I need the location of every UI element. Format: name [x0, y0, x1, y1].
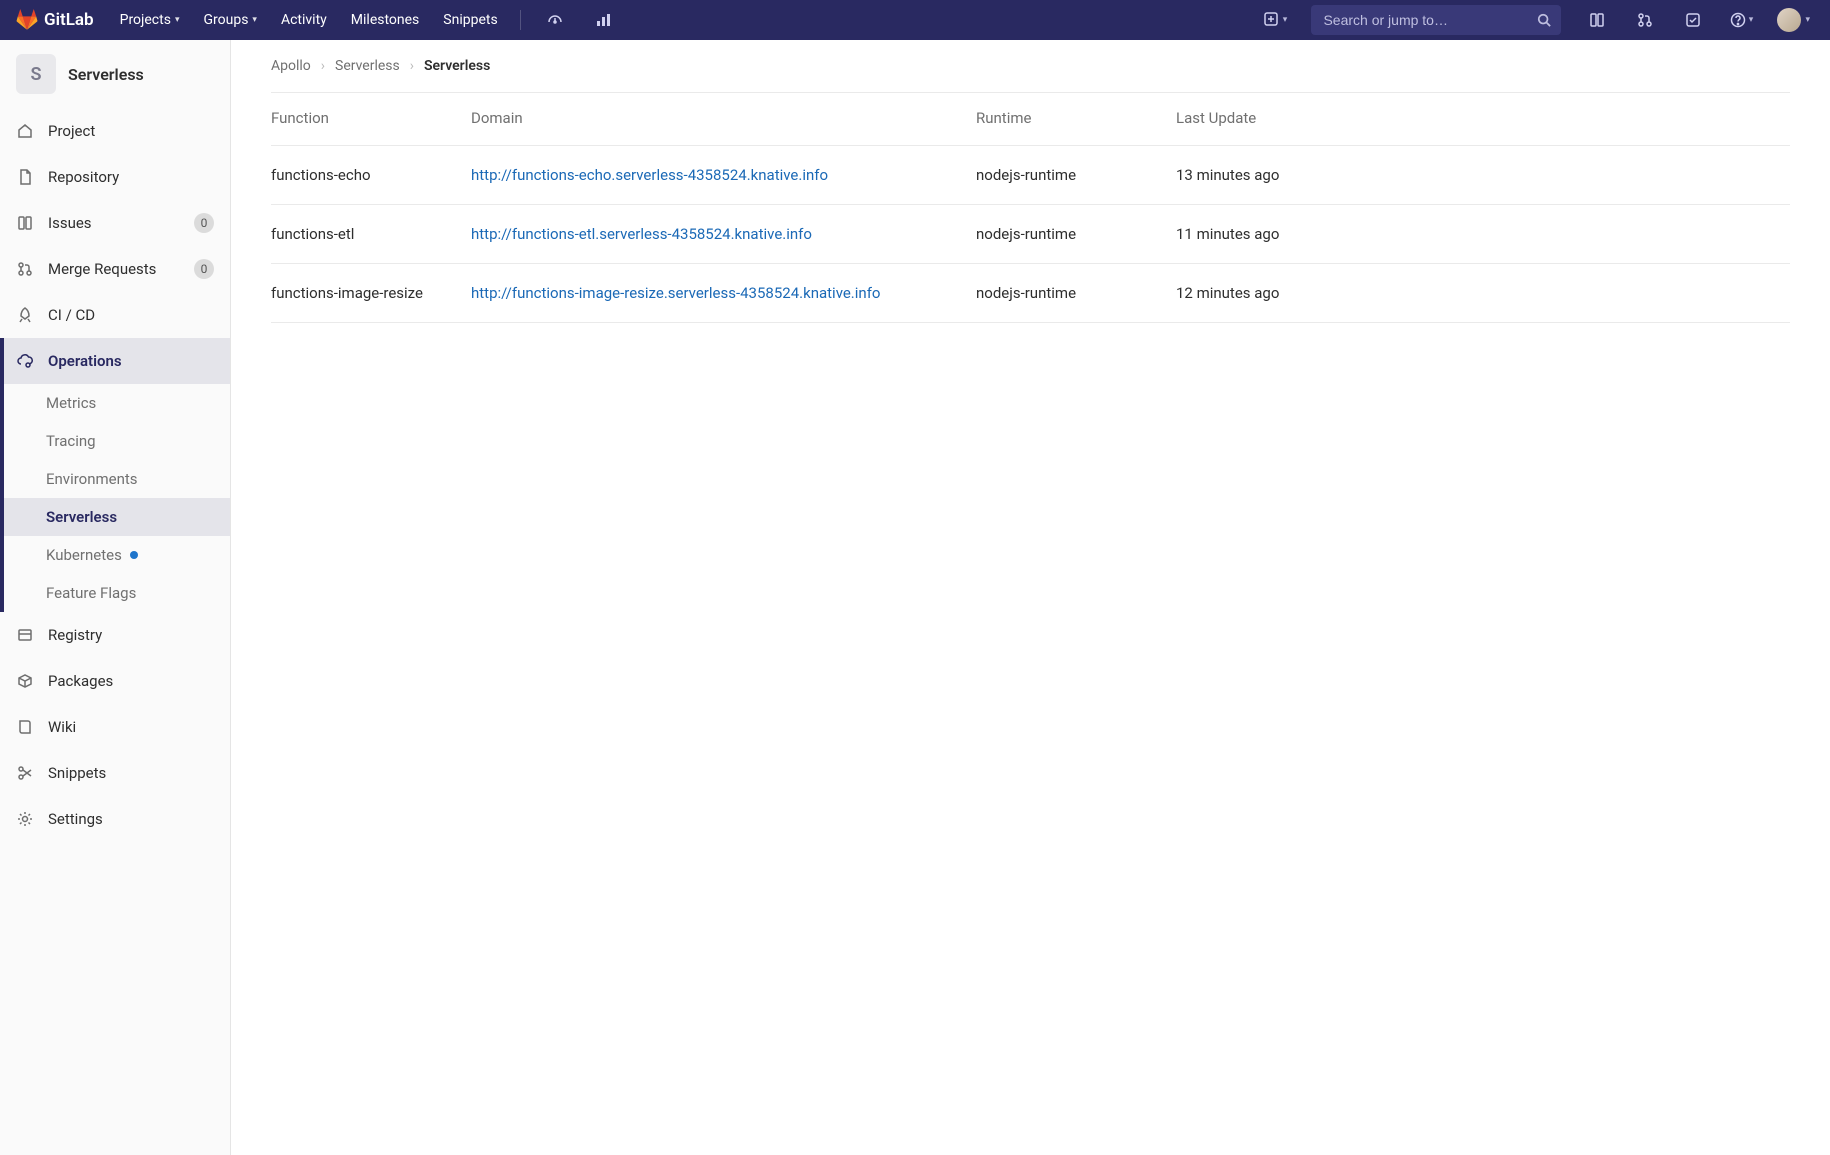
nav-divider	[520, 10, 521, 30]
nav-projects[interactable]: Projects▾	[112, 0, 188, 40]
search-icon	[1537, 13, 1551, 27]
th-runtime: Runtime	[976, 93, 1176, 146]
nav-snippets[interactable]: Snippets	[435, 0, 505, 40]
th-function: Function	[271, 93, 471, 146]
th-domain: Domain	[471, 93, 976, 146]
sidebar-item-packages[interactable]: Packages	[0, 658, 230, 704]
subnav-feature-flags[interactable]: Feature Flags	[4, 574, 230, 612]
file-icon	[16, 168, 34, 186]
issues-icon	[16, 214, 34, 232]
breadcrumb-sep	[410, 58, 414, 74]
book-icon	[16, 718, 34, 736]
cell-function: functions-etl	[271, 205, 471, 264]
merge-requests-icon[interactable]	[1625, 0, 1665, 40]
gauge-icon[interactable]	[535, 0, 575, 40]
subnav-tracing[interactable]: Tracing	[4, 422, 230, 460]
cell-domain: http://functions-echo.serverless-4358524…	[471, 146, 976, 205]
th-last-update: Last Update	[1176, 93, 1790, 146]
gitlab-icon	[16, 9, 38, 31]
cell-function: functions-echo	[271, 146, 471, 205]
project-header[interactable]: S Serverless	[0, 40, 230, 108]
sidebar-item-project[interactable]: Project	[0, 108, 230, 154]
subnav-kubernetes[interactable]: Kubernetes	[4, 536, 230, 574]
registry-icon	[16, 626, 34, 644]
table-row: functions-echo http://functions-echo.ser…	[271, 146, 1790, 205]
chevron-down-icon: ▾	[175, 15, 180, 25]
breadcrumb-apollo[interactable]: Apollo	[271, 58, 311, 74]
issues-count-badge: 0	[194, 213, 214, 233]
sidebar-item-settings[interactable]: Settings	[0, 796, 230, 842]
merge-requests-icon	[16, 260, 34, 278]
sidebar-item-cicd[interactable]: CI / CD	[0, 292, 230, 338]
todos-icon[interactable]	[1673, 0, 1713, 40]
search-input[interactable]	[1311, 5, 1561, 35]
top-navbar: GitLab Projects▾ Groups▾ Activity Milest…	[0, 0, 1830, 40]
nav-activity[interactable]: Activity	[273, 0, 335, 40]
search-field[interactable]	[1321, 11, 1537, 29]
sidebar-item-snippets[interactable]: Snippets	[0, 750, 230, 796]
breadcrumb-current: Serverless	[424, 58, 490, 74]
user-menu[interactable]: ▾	[1769, 0, 1814, 40]
cell-runtime: nodejs-runtime	[976, 146, 1176, 205]
avatar	[1777, 8, 1801, 32]
chevron-down-icon: ▾	[252, 15, 257, 25]
table-row: functions-etl http://functions-etl.serve…	[271, 205, 1790, 264]
scissors-icon	[16, 764, 34, 782]
subnav-metrics[interactable]: Metrics	[4, 384, 230, 422]
help-dropdown[interactable]: ▾	[1721, 0, 1761, 40]
cloud-gear-icon	[16, 352, 34, 370]
cell-domain: http://functions-etl.serverless-4358524.…	[471, 205, 976, 264]
sidebar-item-registry[interactable]: Registry	[0, 612, 230, 658]
cell-last-update: 12 minutes ago	[1176, 264, 1790, 323]
project-name: Serverless	[68, 65, 144, 84]
main-content: Apollo Serverless Serverless Function Do…	[231, 40, 1830, 1155]
cell-runtime: nodejs-runtime	[976, 205, 1176, 264]
chart-icon[interactable]	[583, 0, 623, 40]
domain-link[interactable]: http://functions-etl.serverless-4358524.…	[471, 225, 812, 243]
breadcrumb-serverless[interactable]: Serverless	[335, 58, 400, 74]
gear-icon	[16, 810, 34, 828]
left-sidebar: S Serverless Project Repository Issues0 …	[0, 40, 231, 1155]
subnav-environments[interactable]: Environments	[4, 460, 230, 498]
nav-groups[interactable]: Groups▾	[195, 0, 264, 40]
breadcrumb-sep	[321, 58, 325, 74]
cell-last-update: 13 minutes ago	[1176, 146, 1790, 205]
cell-last-update: 11 minutes ago	[1176, 205, 1790, 264]
plus-dropdown[interactable]: ▾	[1255, 0, 1295, 40]
chevron-down-icon: ▾	[1749, 15, 1754, 25]
sidebar-item-issues[interactable]: Issues0	[0, 200, 230, 246]
table-row: functions-image-resize http://functions-…	[271, 264, 1790, 323]
mr-count-badge: 0	[194, 259, 214, 279]
issues-icon[interactable]	[1577, 0, 1617, 40]
package-icon	[16, 672, 34, 690]
rocket-icon	[16, 306, 34, 324]
status-dot	[130, 551, 138, 559]
cell-domain: http://functions-image-resize.serverless…	[471, 264, 976, 323]
functions-table: Function Domain Runtime Last Update func…	[271, 93, 1790, 323]
gitlab-logo[interactable]: GitLab	[16, 9, 94, 31]
sidebar-item-repository[interactable]: Repository	[0, 154, 230, 200]
sidebar-item-operations[interactable]: Operations	[0, 338, 230, 384]
chevron-down-icon: ▾	[1283, 15, 1288, 25]
breadcrumb: Apollo Serverless Serverless	[231, 40, 1830, 92]
sidebar-item-wiki[interactable]: Wiki	[0, 704, 230, 750]
brand-text: GitLab	[44, 10, 94, 30]
sidebar-item-merge-requests[interactable]: Merge Requests0	[0, 246, 230, 292]
project-avatar: S	[16, 54, 56, 94]
cell-runtime: nodejs-runtime	[976, 264, 1176, 323]
domain-link[interactable]: http://functions-echo.serverless-4358524…	[471, 166, 828, 184]
home-icon	[16, 122, 34, 140]
cell-function: functions-image-resize	[271, 264, 471, 323]
domain-link[interactable]: http://functions-image-resize.serverless…	[471, 284, 880, 302]
nav-milestones[interactable]: Milestones	[343, 0, 428, 40]
chevron-down-icon: ▾	[1805, 15, 1810, 25]
subnav-serverless[interactable]: Serverless	[4, 498, 230, 536]
